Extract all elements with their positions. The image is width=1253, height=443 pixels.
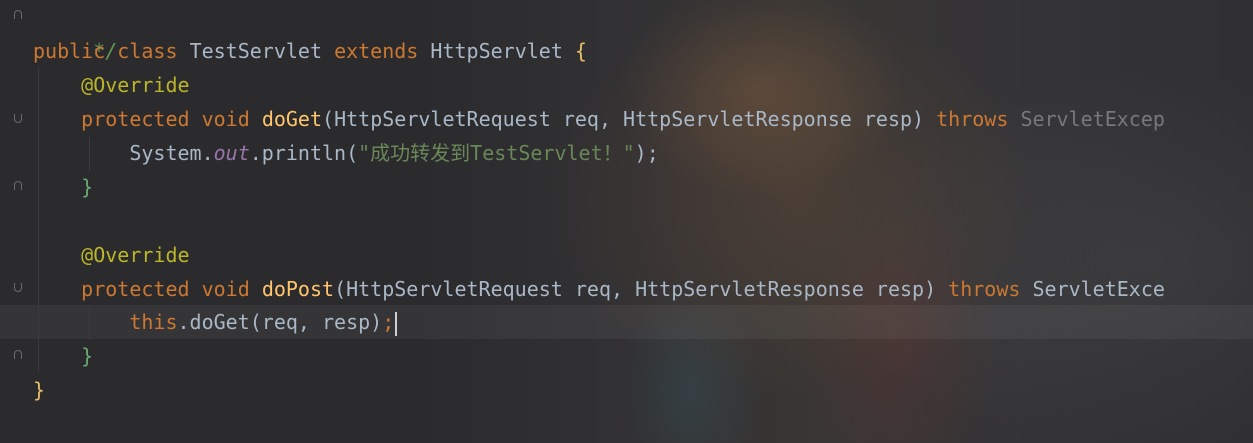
fold-marker-dopost-end-icon[interactable] <box>14 350 22 359</box>
keyword-throws: throws <box>948 277 1021 301</box>
exception-type: ServletExcep <box>1020 107 1165 131</box>
println-call: .println( <box>249 141 359 165</box>
code-editor[interactable]: */ public class TestServlet extends Http… <box>0 0 1253 443</box>
code-line-doget-call[interactable]: this.doGet(req, resp); <box>33 305 398 339</box>
keyword-class: class <box>117 39 178 63</box>
doget-call: .doGet(req, resp) <box>177 310 383 334</box>
class-open-brace: { <box>574 39 587 63</box>
fold-marker-doget-start-icon[interactable] <box>14 114 22 123</box>
code-line-annotation-dopost[interactable]: @Override <box>33 238 190 272</box>
text-caret <box>395 311 398 336</box>
code-line-println[interactable]: System.out.println("成功转发到TestServlet！"); <box>33 136 659 170</box>
code-line-doget-close[interactable]: } <box>33 170 93 204</box>
method-params: (HttpServletRequest req, HttpServletResp… <box>334 277 937 301</box>
code-line-comment-end[interactable]: */ <box>45 0 117 63</box>
class-name: TestServlet <box>189 39 323 63</box>
statement-end: ); <box>634 141 659 165</box>
keyword-void: void <box>201 277 250 301</box>
code-line-class-close[interactable]: } <box>33 373 45 407</box>
exception-type: ServletExce <box>1032 277 1165 301</box>
method-name-doget: doGet <box>261 107 323 131</box>
statement-semicolon: ; <box>382 310 395 334</box>
static-field-out: out <box>213 141 250 165</box>
fold-marker-doget-end-icon[interactable] <box>14 181 22 190</box>
keyword-public: public <box>33 39 106 63</box>
string-literal: "成功转发到TestServlet！" <box>358 141 635 165</box>
code-line-dopost-decl[interactable]: protected void doPost(HttpServletRequest… <box>33 272 1165 306</box>
parent-class-name: HttpServlet <box>430 39 563 63</box>
keyword-extends: extends <box>334 39 419 63</box>
keyword-throws: throws <box>936 107 1009 131</box>
override-annotation: @Override <box>81 73 190 97</box>
keyword-protected: protected <box>81 277 190 301</box>
editor-gutter <box>0 0 22 443</box>
keyword-void: void <box>201 107 250 131</box>
code-line-class-decl[interactable]: public class TestServlet extends HttpSer… <box>33 34 587 68</box>
method-close-brace: } <box>81 344 94 368</box>
fold-marker-comment-end-icon[interactable] <box>14 10 22 19</box>
keyword-protected: protected <box>81 107 190 131</box>
method-name-dopost: doPost <box>261 277 335 301</box>
code-line-dopost-close[interactable]: } <box>33 339 93 373</box>
code-line-doget-decl[interactable]: protected void doGet(HttpServletRequest … <box>33 102 1165 136</box>
method-close-brace: } <box>81 175 94 199</box>
method-params: (HttpServletRequest req, HttpServletResp… <box>322 107 925 131</box>
fold-marker-dopost-start-icon[interactable] <box>14 283 22 292</box>
class-close-brace: } <box>33 378 46 402</box>
override-annotation: @Override <box>81 243 190 267</box>
keyword-this: this <box>129 310 178 334</box>
code-line-annotation-doget[interactable]: @Override <box>33 68 190 102</box>
system-object: System. <box>129 141 214 165</box>
